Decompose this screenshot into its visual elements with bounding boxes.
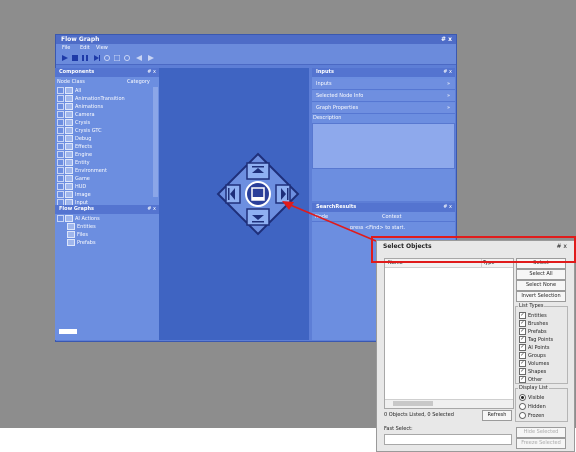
checkbox-brushes[interactable]: ✓ Brushes [519, 320, 548, 327]
radio-icon[interactable] [519, 403, 526, 410]
checked-icon[interactable]: ✓ [519, 352, 526, 359]
objects-list-hscrollbar[interactable] [385, 399, 513, 408]
fast-select-input[interactable] [384, 434, 512, 445]
list-types-label: List Types [518, 303, 545, 309]
checkbox-ai-points[interactable]: ✓ AI Points [519, 344, 550, 351]
checked-icon[interactable]: ✓ [519, 312, 526, 319]
objects-list[interactable]: Name Type [384, 258, 514, 409]
checkbox-shapes[interactable]: ✓ Shapes [519, 368, 546, 375]
select-none-button[interactable]: Select None [516, 280, 566, 291]
radio-icon[interactable] [519, 412, 526, 419]
scroll-thumb[interactable] [393, 401, 433, 406]
refresh-button[interactable]: Refresh [482, 410, 512, 421]
checkbox-entities[interactable]: ✓ Entities [519, 312, 547, 319]
hide-selected-button[interactable]: Hide Selected [516, 427, 566, 438]
radio-hidden[interactable]: Hidden [519, 403, 546, 410]
display-list-group: Display List Visible Hidden Frozen [515, 385, 568, 422]
checked-icon[interactable]: ✓ [519, 328, 526, 335]
radio-selected-icon[interactable] [519, 394, 526, 401]
radio-visible[interactable]: Visible [519, 394, 544, 401]
checkbox-prefabs[interactable]: ✓ Prefabs [519, 328, 547, 335]
highlight-box [371, 236, 576, 263]
radio-frozen[interactable]: Frozen [519, 412, 544, 419]
checked-icon[interactable]: ✓ [519, 320, 526, 327]
invert-selection-button[interactable]: Invert Selection [516, 291, 566, 302]
checkbox-tag-points[interactable]: ✓ Tag Points [519, 336, 553, 343]
checked-icon[interactable]: ✓ [519, 368, 526, 375]
objects-status-text: 0 Objects Listed, 0 Selected [384, 412, 454, 418]
checked-icon[interactable]: ✓ [519, 360, 526, 367]
checked-icon[interactable]: ✓ [519, 336, 526, 343]
freeze-selected-button[interactable]: Freeze Selected [516, 438, 566, 449]
display-list-label: Display List [518, 385, 549, 391]
fast-select-label: Fast Select: [384, 426, 413, 432]
select-all-button[interactable]: Select All [516, 269, 566, 280]
checked-icon[interactable]: ✓ [519, 344, 526, 351]
list-types-group: List Types ✓ Entities ✓ Brushes ✓ Prefabs ✓… [515, 303, 568, 384]
checkbox-volumes[interactable]: ✓ Volumes [519, 360, 549, 367]
checkbox-groups[interactable]: ✓ Groups [519, 352, 546, 359]
select-objects-dialog: Select Objects # x Name Type Select Sele… [376, 240, 575, 452]
checked-icon[interactable]: ✓ [519, 376, 526, 383]
checkbox-other[interactable]: ✓ Other [519, 376, 542, 383]
